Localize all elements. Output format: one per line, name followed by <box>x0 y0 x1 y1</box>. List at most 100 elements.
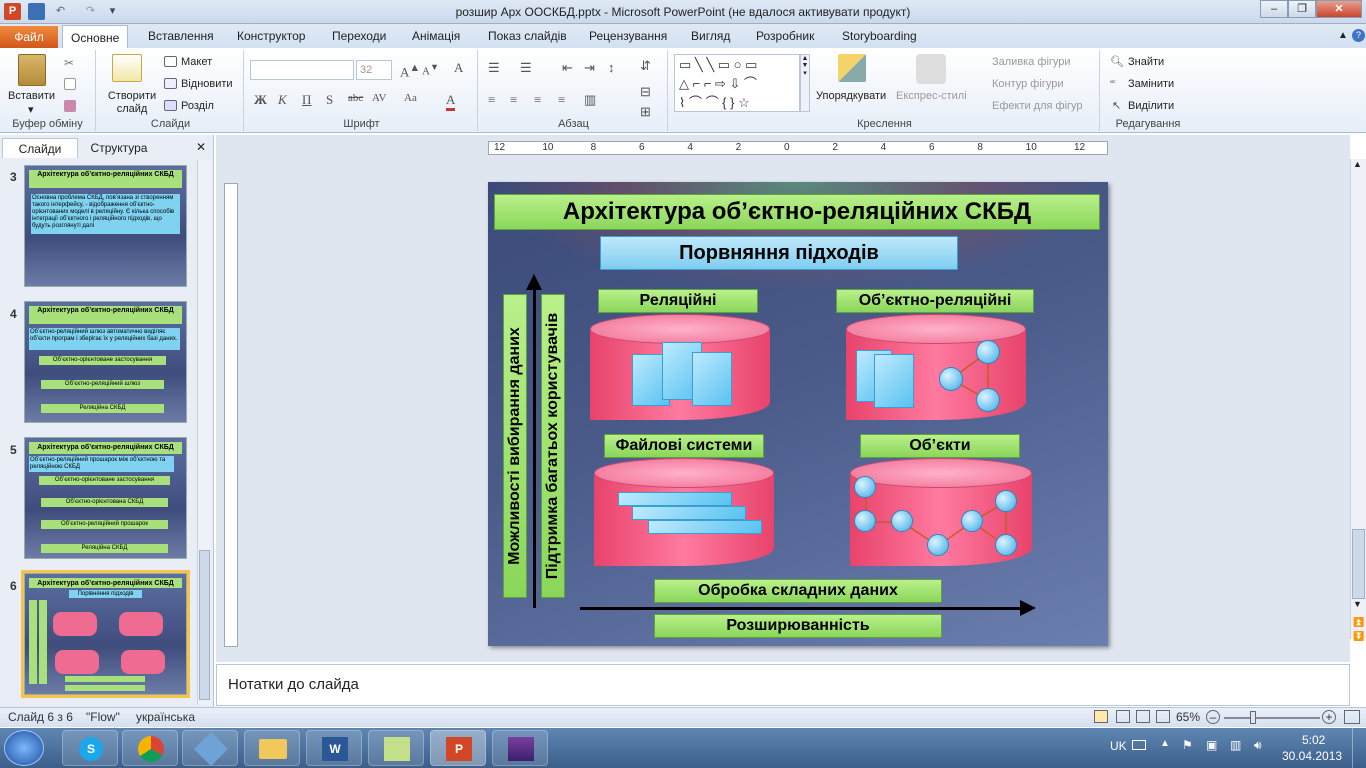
decrease-indent-icon[interactable]: ⇤ <box>562 60 573 76</box>
new-slide-button[interactable]: Створити слайд <box>104 90 160 116</box>
bullets-icon[interactable]: ☰ <box>488 60 500 76</box>
notes-placeholder[interactable]: Нотатки до слайда <box>228 676 359 693</box>
thumb-slide-3[interactable]: Архітектура об’єктно-реляційних СКБД Осн… <box>24 165 187 287</box>
paste-dropdown-icon[interactable]: ▾ <box>28 103 34 116</box>
align-text-icon[interactable]: ⊟ <box>640 84 651 100</box>
scroll-down-icon[interactable]: ▼ <box>1353 599 1362 609</box>
format-painter-icon[interactable] <box>64 100 76 112</box>
grow-font-icon[interactable]: A▲ <box>400 62 420 80</box>
chrome-icon[interactable] <box>122 730 178 766</box>
layout-icon[interactable] <box>164 56 177 67</box>
shrink-font-icon[interactable]: A▼ <box>422 62 439 78</box>
paste-icon[interactable] <box>18 54 46 86</box>
label-relational[interactable]: Реляційні <box>598 289 758 313</box>
editor-scrollbar[interactable]: ▲ ▼ ⏫ ⏬ <box>1350 159 1366 642</box>
quick-styles-button[interactable]: Експрес-стилі <box>896 90 967 102</box>
paste-button[interactable]: Вставити <box>8 90 55 102</box>
language[interactable]: українська <box>136 710 195 724</box>
thumb-slide-5[interactable]: Архітектура об’єктно-реляційних СКБД Об’… <box>24 437 187 559</box>
italic-icon[interactable]: К <box>278 92 287 108</box>
virtualbox-icon[interactable] <box>182 730 238 766</box>
tab-slides-pane[interactable]: Слайди <box>2 138 78 158</box>
clock-time[interactable]: 5:02 <box>1302 733 1325 747</box>
reset-button[interactable]: Відновити <box>181 78 233 90</box>
section-icon[interactable] <box>164 100 177 111</box>
flag-icon[interactable]: ⚑ <box>1182 738 1193 752</box>
line-spacing-icon[interactable]: ↕ <box>608 60 615 76</box>
cylinder-object-relational[interactable] <box>846 314 1026 420</box>
arrange-button[interactable]: Упорядкувати <box>816 90 886 102</box>
explorer-icon[interactable] <box>244 730 300 766</box>
increase-indent-icon[interactable]: ⇥ <box>584 60 595 76</box>
reset-icon[interactable] <box>164 78 177 89</box>
align-right-icon[interactable]: ≡ <box>534 92 541 108</box>
shape-effects-button[interactable]: Ефекти для фігур <box>992 100 1083 112</box>
select-icon[interactable]: ↖ <box>1112 99 1121 112</box>
tab-view[interactable]: Вигляд <box>683 24 738 48</box>
shapes-gallery[interactable]: ▭ ╲ ╲ ▭ ○ ▭ △ ⌐ ⌐ ⇨ ⇩ ⌒ ⌇ ⌒ ⌒ { } ☆ <box>674 54 800 112</box>
start-button[interactable] <box>4 730 44 766</box>
copy-icon[interactable] <box>64 78 76 90</box>
input-language[interactable]: UK <box>1110 739 1127 753</box>
new-slide-icon[interactable] <box>112 54 142 82</box>
strike-icon[interactable]: abc <box>348 92 363 104</box>
axis-label-data-retrieval[interactable]: Можливості вибирання даних <box>503 294 527 598</box>
quick-styles-icon[interactable] <box>916 54 946 84</box>
underline-icon[interactable]: П <box>302 92 311 108</box>
tab-animations[interactable]: Анімація <box>404 24 468 48</box>
spacing-icon[interactable]: AV <box>372 92 386 104</box>
font-size-combo[interactable]: 32 <box>356 60 392 80</box>
normal-view-icon[interactable] <box>1094 710 1108 723</box>
justify-icon[interactable]: ≡ <box>558 92 565 108</box>
bold-icon[interactable]: Ж <box>254 92 267 108</box>
find-icon[interactable]: 🔍︎ <box>1110 55 1124 68</box>
slide-sorter-icon[interactable] <box>1116 710 1130 723</box>
onenote-icon[interactable] <box>368 730 424 766</box>
shape-fill-button[interactable]: Заливка фігури <box>992 56 1071 68</box>
file-tab[interactable]: Файл <box>0 26 58 48</box>
show-desktop-button[interactable] <box>1352 728 1366 768</box>
cut-icon[interactable]: ✂ <box>64 56 76 70</box>
tab-review[interactable]: Рецензування <box>581 24 675 48</box>
tab-outline-pane[interactable]: Структура <box>80 138 158 158</box>
keyboard-icon[interactable] <box>1132 740 1146 750</box>
shapes-scroll[interactable]: ▲ ▼ ▾ <box>800 54 810 112</box>
slide-subtitle[interactable]: Порвняння підходів <box>600 236 958 270</box>
notes-pane[interactable]: Нотатки до слайда <box>216 664 1350 706</box>
skype-icon[interactable]: S <box>62 730 118 766</box>
zoom-slider-thumb[interactable] <box>1250 711 1256 724</box>
columns-icon[interactable]: ▥ <box>584 92 596 108</box>
text-direction-icon[interactable]: ⇵ <box>640 58 651 74</box>
tray-arrow-icon[interactable]: ▲ <box>1160 738 1170 749</box>
network-icon[interactable]: ▥ <box>1230 738 1241 752</box>
tab-insert[interactable]: Вставлення <box>140 24 222 48</box>
cylinder-relational[interactable] <box>590 314 770 420</box>
thumb-slide-6[interactable]: Архітектура об’єктно-реляційних СКБД Пор… <box>21 570 190 698</box>
font-color-icon[interactable]: A <box>446 92 456 111</box>
numbering-icon[interactable]: ☰ <box>520 60 532 76</box>
tab-design[interactable]: Конструктор <box>229 24 313 48</box>
zoom-out-icon[interactable]: – <box>1206 710 1220 724</box>
next-slide-icon[interactable]: ⏬ <box>1353 631 1364 642</box>
zoom-in-icon[interactable]: + <box>1322 710 1336 724</box>
slide-canvas[interactable]: Архітектура об’єктно-реляційних СКБД Пор… <box>488 182 1108 646</box>
shape-outline-button[interactable]: Контур фігури <box>992 78 1063 90</box>
cylinder-file-systems[interactable] <box>594 458 774 566</box>
case-icon[interactable]: Aa <box>404 92 417 104</box>
clock-date[interactable]: 30.04.2013 <box>1282 749 1342 763</box>
tab-home[interactable]: Основне <box>62 25 129 49</box>
axis-label-multiuser[interactable]: Підтримка багатьох користувачів <box>541 294 565 598</box>
word-icon[interactable]: W <box>306 730 362 766</box>
section-button[interactable]: Розділ <box>181 100 214 112</box>
zoom-level[interactable]: 65% <box>1176 710 1200 724</box>
layout-button[interactable]: Макет <box>181 56 212 68</box>
slide-title[interactable]: Архітектура об’єктно-реляційних СКБД <box>494 194 1100 230</box>
zoom-slider[interactable] <box>1224 717 1320 719</box>
shadow-icon[interactable]: S <box>326 92 333 108</box>
powerpoint-icon[interactable]: P <box>430 730 486 766</box>
font-name-combo[interactable] <box>250 60 354 80</box>
tab-developer[interactable]: Розробник <box>748 24 822 48</box>
fit-to-window-icon[interactable] <box>1344 710 1360 724</box>
thumb-slide-4[interactable]: Архітектура об’єктно-реляційних СКБД Об’… <box>24 301 187 423</box>
slide-counter[interactable]: Слайд 6 з 6 <box>8 710 73 724</box>
